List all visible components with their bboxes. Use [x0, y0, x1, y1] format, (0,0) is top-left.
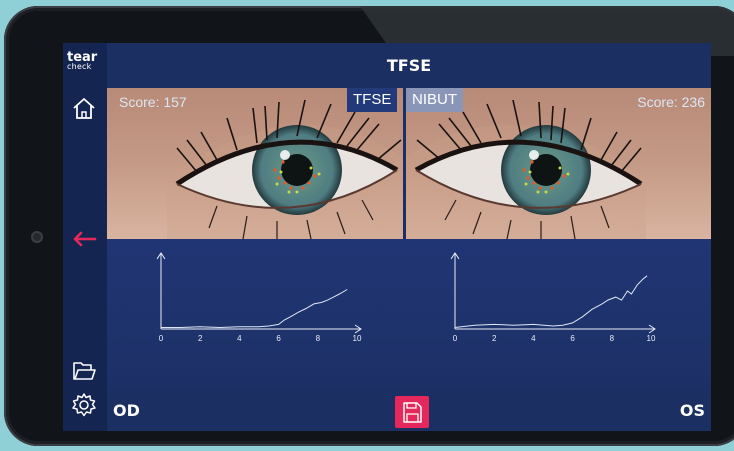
- folder-icon[interactable]: [71, 358, 97, 384]
- tab-tfse[interactable]: TFSE: [347, 88, 398, 112]
- tablet-frame: tear check TFSE Score: 157 Score: 236 TF…: [4, 6, 734, 446]
- footer-label-os: OS: [679, 401, 705, 420]
- save-icon: [403, 402, 422, 423]
- tick-label: 8: [316, 334, 321, 343]
- tick-label: 0: [159, 334, 164, 343]
- score-os: Score: 236: [637, 94, 705, 110]
- header: TFSE: [107, 43, 711, 88]
- tick-label: 10: [353, 334, 362, 343]
- tick-label: 6: [276, 334, 281, 343]
- arrow-left-icon[interactable]: [71, 226, 97, 252]
- graph-area: 0 2 4 6 8 10 0 2 4 6 8 10: [107, 239, 711, 389]
- tick-label: 10: [647, 334, 656, 343]
- gear-icon[interactable]: [71, 392, 97, 418]
- sidebar: tear check: [63, 43, 107, 431]
- page-title: TFSE: [386, 56, 432, 75]
- tick-label: 0: [453, 334, 458, 343]
- logo-line-1: tear: [67, 50, 98, 65]
- tick-label: 6: [570, 334, 575, 343]
- chart-os: 0 2 4 6 8 10: [450, 252, 656, 343]
- tick-label: 8: [610, 334, 615, 343]
- save-button[interactable]: [395, 396, 429, 428]
- tick-label: 2: [198, 334, 203, 343]
- chart-od: 0 2 4 6 8 10: [156, 252, 362, 343]
- app-screen: tear check TFSE Score: 157 Score: 236 TF…: [63, 43, 711, 431]
- footer-label-od: OD: [113, 401, 140, 420]
- series-line: [161, 289, 348, 329]
- tab-nibut[interactable]: NIBUT: [406, 88, 463, 112]
- app-logo: tear check: [67, 50, 98, 71]
- tick-label: 2: [492, 334, 497, 343]
- home-icon[interactable]: [71, 95, 97, 121]
- tick-label: 4: [531, 334, 536, 343]
- graphs-svg: 0 2 4 6 8 10 0 2 4 6 8 10: [156, 252, 656, 343]
- series-line: [454, 275, 648, 328]
- camera: [31, 231, 43, 243]
- tick-label: 4: [237, 334, 242, 343]
- score-od: Score: 157: [119, 94, 187, 110]
